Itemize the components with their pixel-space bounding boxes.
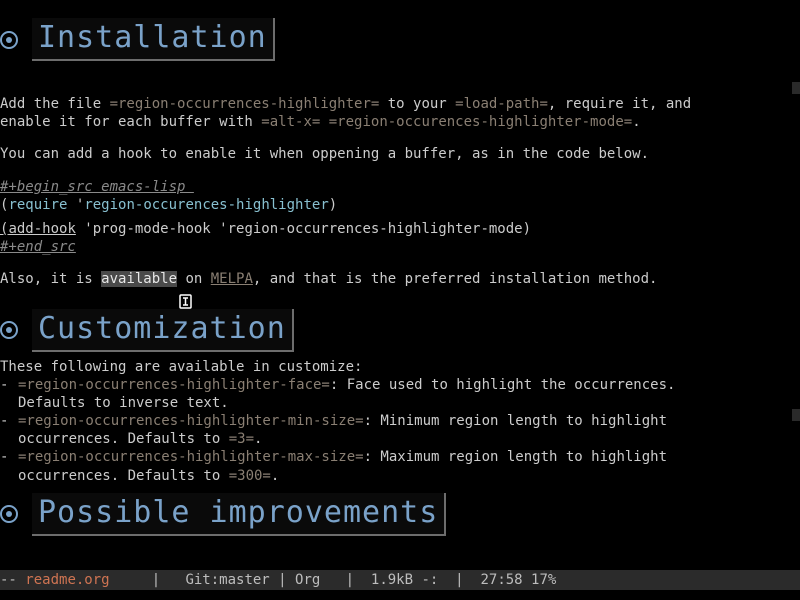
bullet-icon — [0, 31, 18, 49]
src-end: #+end_src — [0, 238, 800, 256]
paragraph-line: These following are available in customi… — [0, 358, 792, 376]
selected-region: available — [101, 271, 177, 287]
bullet-icon — [0, 505, 18, 523]
paragraph-line: Also, it is available on MELPA, and that… — [0, 270, 792, 288]
modeline-status: -- — [0, 571, 25, 589]
heading-improvements: Possible improvements — [0, 485, 800, 536]
scrollbar-thumb[interactable] — [792, 409, 800, 421]
heading-installation: Installation — [0, 0, 800, 61]
src-begin: #+begin_src emacs-lisp — [0, 178, 800, 196]
heading-text: Installation — [32, 18, 275, 61]
editor-buffer[interactable]: Installation Add the file =region-occurr… — [0, 0, 800, 572]
paragraph-line: You can add a hook to enable it when opp… — [0, 145, 792, 163]
link-melpa[interactable]: MELPA — [211, 271, 253, 287]
heading-text: Possible improvements — [32, 493, 446, 536]
code-line: (add-hook 'prog-mode-hook 'region-occurr… — [0, 220, 800, 238]
mode-line: -- readme.org | Git:master | Org | 1.9kB… — [0, 570, 800, 590]
heading-customization: Customization — [0, 289, 800, 352]
scrollbar[interactable] — [792, 0, 800, 572]
bullet-icon — [0, 321, 18, 339]
scrollbar-thumb[interactable] — [792, 82, 800, 94]
modeline-filename: readme.org — [25, 571, 109, 589]
paragraph-line: enable it for each buffer with =alt-x= =… — [0, 113, 792, 131]
list-item: - =region-occurrences-highlighter-face=:… — [0, 376, 800, 412]
list-item: - =region-occurrences-highlighter-min-si… — [0, 412, 800, 448]
list-item: - =region-occurrences-highlighter-max-si… — [0, 448, 800, 484]
heading-text: Customization — [32, 309, 294, 352]
modeline-info: | Git:master | Org | 1.9kB -: | 27:58 17… — [110, 571, 565, 589]
paragraph-line: Add the file =region-occurrences-highlig… — [0, 95, 792, 113]
code-line: (require 'region-occurences-highlighter) — [0, 196, 800, 214]
